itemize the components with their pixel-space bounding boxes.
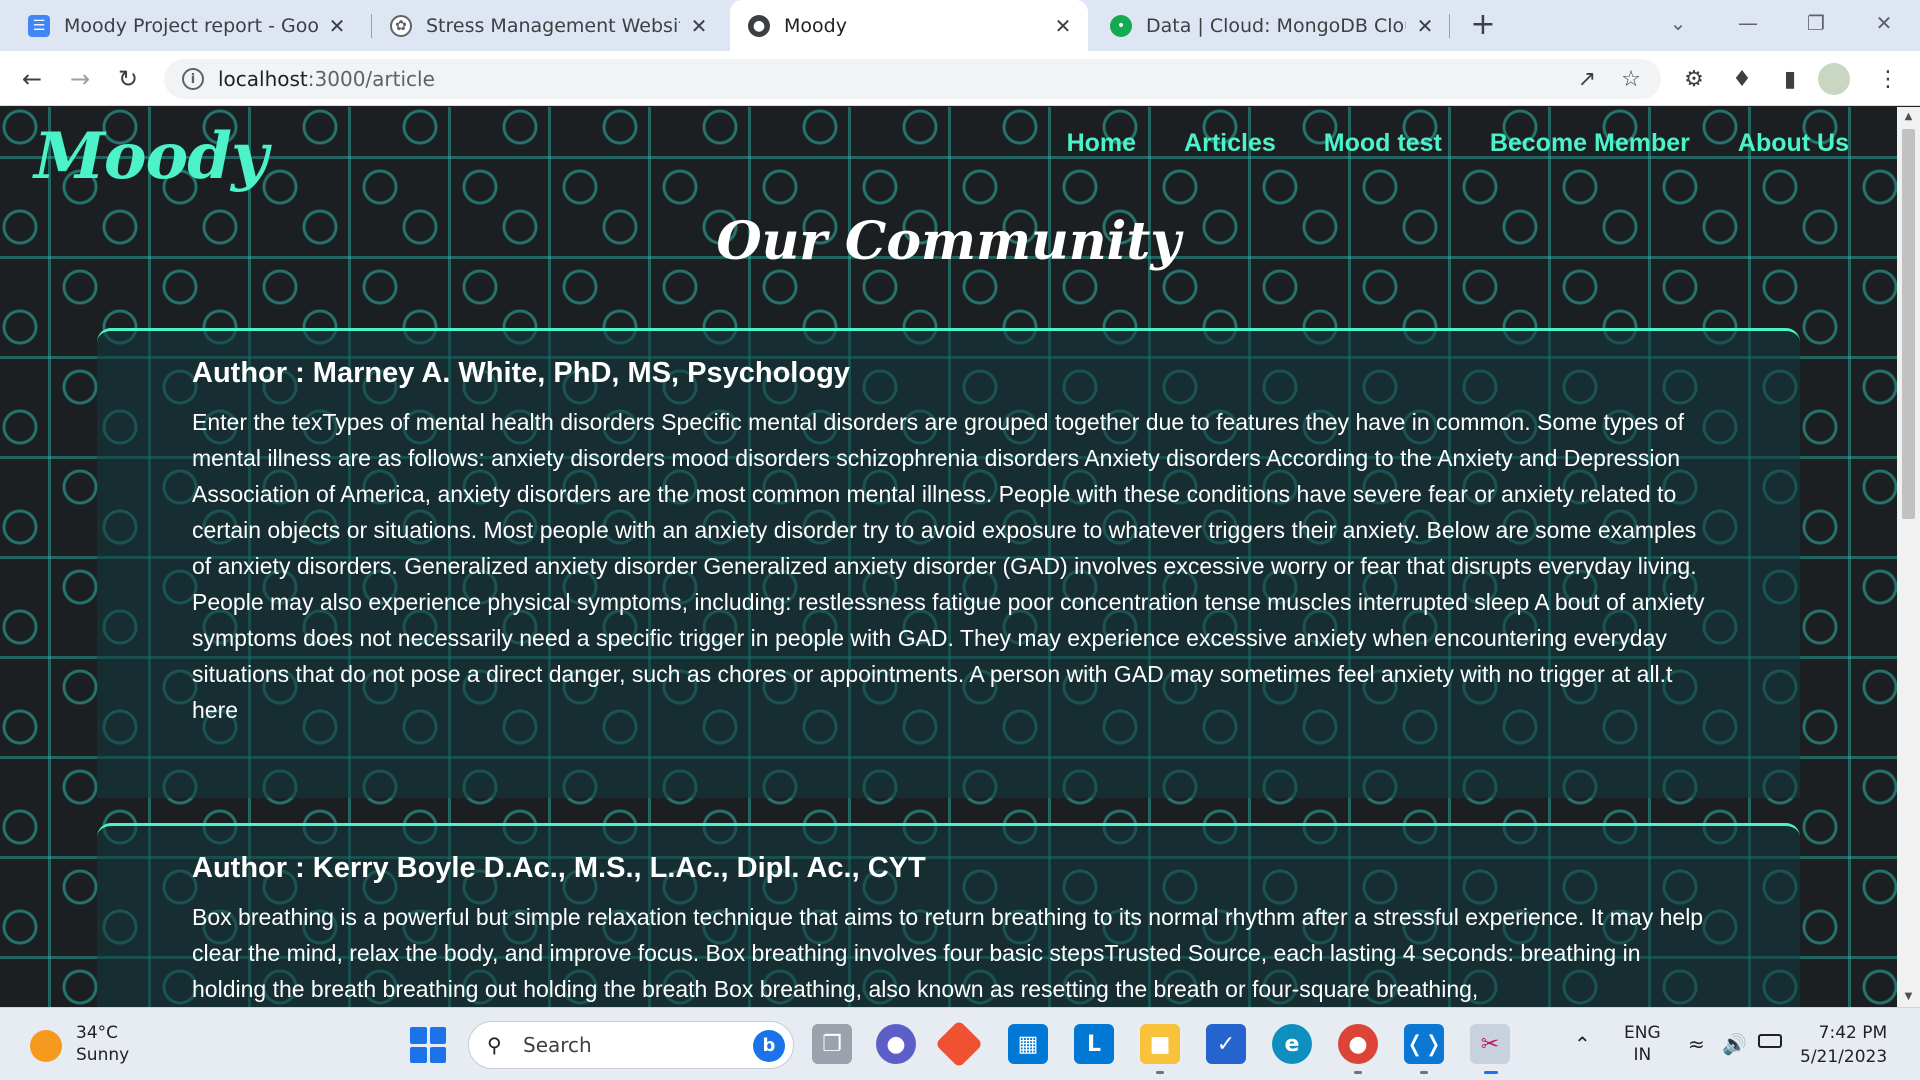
weather-sun-icon[interactable]: [30, 1030, 62, 1062]
scrollbar-thumb[interactable]: [1902, 129, 1915, 519]
edge-icon[interactable]: e: [1272, 1024, 1312, 1064]
region-code: IN: [1633, 1045, 1652, 1065]
url-text[interactable]: localhost:3000/article: [218, 67, 435, 91]
clock-time: 7:42 PM: [1818, 1023, 1888, 1043]
volume-icon[interactable]: 🔊: [1722, 1032, 1747, 1056]
article-card: Author : Marney A. White, PhD, MS, Psych…: [97, 328, 1800, 798]
tab-stress-management[interactable]: ✿ Stress Management Website. ✕: [372, 0, 724, 51]
clock[interactable]: 7:42 PM 5/21/2023: [1800, 1021, 1887, 1069]
tab-title: Moody Project report - Google D: [64, 14, 318, 37]
tab-separator: [1449, 14, 1450, 38]
running-indicator: [1354, 1071, 1362, 1074]
new-tab-button[interactable]: +: [1466, 8, 1500, 42]
site-logo[interactable]: Moody: [34, 119, 268, 194]
nav-articles[interactable]: Articles: [1184, 129, 1276, 169]
taskbar: 34°C Sunny ⚲ Search b ❐ ● ▦ L ■ ✓ e ● ❬❭…: [0, 1007, 1920, 1080]
site-nav: Home Articles Mood test Become Member Ab…: [1067, 129, 1849, 169]
chrome-icon[interactable]: ●: [1338, 1024, 1378, 1064]
tab-moody-report[interactable]: ☰ Moody Project report - Google D ✕: [10, 0, 362, 51]
chatgpt-icon: ✿: [390, 14, 412, 37]
article-author: Author : Marney A. White, PhD, MS, Psych…: [192, 357, 850, 389]
close-tab-icon[interactable]: ✕: [326, 14, 348, 38]
nav-about-us[interactable]: About Us: [1738, 129, 1849, 169]
tab-title: Moody: [784, 14, 847, 37]
start-button[interactable]: [410, 1027, 446, 1063]
article-body: Box breathing is a powerful but simple r…: [192, 904, 1704, 1002]
scroll-down-arrow[interactable]: ▼: [1897, 987, 1920, 1007]
clock-date: 5/21/2023: [1800, 1047, 1888, 1067]
tab-search-icon[interactable]: ⌄: [1658, 8, 1698, 38]
chevron-up-icon[interactable]: ⌃: [1574, 1032, 1591, 1056]
search-icon: ⚲: [487, 1033, 502, 1057]
tab-title: Stress Management Website.: [426, 14, 680, 37]
file-explorer-icon[interactable]: ■: [1140, 1024, 1180, 1064]
restore-button[interactable]: ❐: [1796, 8, 1836, 38]
article-body: Enter the texTypes of mental health diso…: [192, 409, 1705, 723]
running-indicator: [1156, 1071, 1164, 1074]
profile-avatar[interactable]: [1818, 63, 1850, 95]
close-tab-icon[interactable]: ✕: [1414, 14, 1436, 38]
bing-icon[interactable]: b: [753, 1030, 785, 1062]
page-scrollbar[interactable]: ▲ ▼: [1897, 107, 1920, 1007]
tab-strip: ☰ Moody Project report - Google D ✕ ✿ St…: [0, 0, 1920, 51]
language-code: ENG: [1624, 1023, 1661, 1043]
mongodb-icon: •: [1110, 14, 1132, 37]
forward-button[interactable]: →: [62, 61, 98, 97]
minimize-button[interactable]: —: [1728, 8, 1768, 38]
site-info-icon[interactable]: i: [182, 68, 204, 90]
tab-title: Data | Cloud: MongoDB Cloud: [1146, 14, 1406, 37]
lens-app-icon[interactable]: L: [1074, 1024, 1114, 1064]
extension-bug-icon[interactable]: ⚙: [1676, 61, 1712, 97]
bookmark-star-icon[interactable]: ☆: [1615, 63, 1647, 95]
scroll-up-arrow[interactable]: ▲: [1897, 107, 1920, 127]
todo-icon[interactable]: ✓: [1206, 1024, 1246, 1064]
side-panel-icon[interactable]: ▮: [1772, 61, 1808, 97]
article-author: Author : Kerry Boyle D.Ac., M.S., L.Ac.,…: [192, 852, 926, 884]
taskbar-search[interactable]: ⚲ Search b: [468, 1021, 794, 1069]
close-window-button[interactable]: ✕: [1864, 8, 1904, 38]
microsoft-store-icon[interactable]: ▦: [1008, 1024, 1048, 1064]
weather-desc: Sunny: [76, 1045, 130, 1065]
nav-home[interactable]: Home: [1067, 129, 1136, 169]
browser-toolbar: ← → ↻ i localhost:3000/article ↗ ☆ ⚙ ♦ ▮…: [0, 51, 1920, 106]
share-icon[interactable]: ↗: [1571, 63, 1603, 95]
close-tab-icon[interactable]: ✕: [688, 14, 710, 38]
globe-icon: ●: [748, 14, 770, 37]
battery-icon[interactable]: [1758, 1034, 1782, 1048]
teams-chat-icon[interactable]: ●: [876, 1024, 916, 1064]
git-icon[interactable]: [934, 1019, 984, 1069]
weather-widget[interactable]: 34°C Sunny: [76, 1022, 129, 1066]
reload-button[interactable]: ↻: [110, 61, 146, 97]
weather-temp: 34°C: [76, 1023, 119, 1043]
page-title: Our Community: [716, 211, 1181, 272]
language-indicator[interactable]: ENG IN: [1624, 1022, 1661, 1066]
menu-kebab-icon[interactable]: ⋮: [1870, 61, 1906, 97]
address-bar[interactable]: i localhost:3000/article ↗ ☆: [164, 59, 1661, 99]
close-tab-icon[interactable]: ✕: [1052, 14, 1074, 38]
back-button[interactable]: ←: [14, 61, 50, 97]
docs-icon: ☰: [28, 14, 50, 37]
page-viewport: Moody Home Articles Mood test Become Mem…: [0, 107, 1897, 1007]
nav-become-member[interactable]: Become Member: [1490, 129, 1690, 169]
tab-moody[interactable]: ● Moody ✕: [730, 0, 1088, 51]
task-view-icon[interactable]: ❐: [812, 1024, 852, 1064]
snipping-tool-icon[interactable]: ✂: [1470, 1024, 1510, 1064]
vscode-icon[interactable]: ❬❭: [1404, 1024, 1444, 1064]
extensions-puzzle-icon[interactable]: ♦: [1724, 61, 1760, 97]
tab-mongodb[interactable]: • Data | Cloud: MongoDB Cloud ✕: [1092, 0, 1450, 51]
active-indicator: [1484, 1071, 1498, 1074]
article-card: Author : Kerry Boyle D.Ac., M.S., L.Ac.,…: [97, 823, 1800, 1007]
search-label: Search: [523, 1033, 592, 1057]
wifi-icon[interactable]: ≈: [1688, 1032, 1705, 1056]
running-indicator: [1420, 1071, 1428, 1074]
nav-mood-test[interactable]: Mood test: [1324, 129, 1442, 169]
